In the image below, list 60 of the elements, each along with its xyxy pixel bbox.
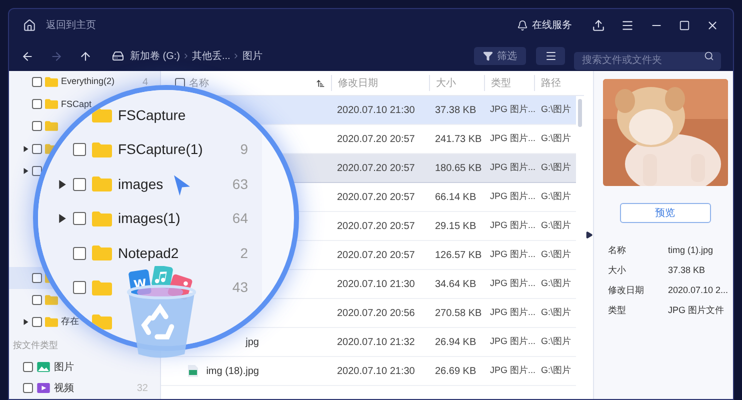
file-path: G:\图片: [540, 219, 572, 232]
file-type: JPG 图片...: [489, 306, 537, 320]
file-size: 34.64 KB: [434, 278, 478, 292]
file-path: G:\图片: [540, 277, 572, 290]
file-size: 126.57 KB: [434, 248, 483, 262]
file-size: 241.73 KB: [434, 132, 483, 146]
folder-name: 存在: [61, 315, 79, 328]
file-type: JPG 图片...: [489, 248, 537, 262]
file-type: JPG 图片...: [489, 132, 537, 146]
modified-date: 2020.07.20 20:57: [336, 220, 416, 234]
file-type: JPG 图片...: [489, 277, 537, 290]
file-size: 270.58 KB: [434, 306, 483, 320]
file-type: JPG 图片...: [489, 190, 537, 204]
section-label: 按文件类型: [12, 339, 59, 352]
modified-date: 2020.07.10 21:30: [336, 104, 416, 118]
detail-label: 修改日期: [608, 284, 645, 298]
detail-label: 名称: [608, 244, 627, 258]
file-size: 37.38 KB: [434, 104, 478, 118]
file-name: img (18).jpg: [206, 364, 259, 378]
modified-date: 2020.07.20 20:57: [336, 162, 416, 176]
detail-value: 2020.07.10 2...: [668, 284, 728, 298]
file-path: G:\图片: [540, 190, 572, 204]
file-name: jpg: [246, 336, 259, 350]
modified-date: 2020.07.20 20:57: [336, 190, 416, 204]
file-path: G:\图片: [540, 161, 572, 174]
file-count: 32: [136, 382, 148, 396]
file-type: JPG 图片...: [489, 103, 537, 116]
modified-date: 2020.07.20 20:56: [336, 306, 416, 320]
file-size: 26.69 KB: [434, 364, 478, 378]
file-size: 29.15 KB: [434, 220, 478, 234]
file-count: 64: [232, 209, 248, 228]
detail-value: 37.38 KB: [668, 264, 706, 278]
folder-name: Everything(2): [61, 75, 115, 88]
modified-date: 2020.07.10 21:30: [336, 364, 416, 378]
detail-value: timg (1).jpg: [668, 244, 714, 258]
file-size: 66.14 KB: [434, 190, 478, 204]
file-count: 2: [240, 244, 248, 263]
file-path: G:\图片: [540, 364, 572, 378]
file-path: G:\图片: [540, 132, 572, 146]
file-count: 43: [232, 278, 248, 298]
detail-value: JPG 图片文件: [668, 304, 724, 318]
file-path: G:\图片: [540, 335, 572, 348]
detail-label: 类型: [608, 304, 627, 318]
file-type: JPG 图片...: [489, 161, 537, 174]
file-path: G:\图片: [540, 103, 572, 116]
modified-date: 2020.07.10 21:32: [336, 336, 416, 350]
file-count: 4: [142, 76, 148, 90]
detail-label: 大小: [608, 264, 627, 278]
modified-date: 2020.07.20 20:57: [336, 132, 416, 146]
file-type: JPG 图片...: [489, 364, 537, 378]
file-path: G:\图片: [540, 248, 572, 262]
modified-date: 2020.07.10 21:30: [336, 278, 416, 292]
folder-name: images: [118, 174, 164, 194]
folder-name: FSCapt: [61, 98, 92, 111]
file-type: JPG 图片...: [489, 219, 537, 232]
file-size: 26.94 KB: [434, 336, 478, 350]
file-type: JPG 图片...: [489, 335, 537, 348]
file-path: G:\图片: [540, 306, 572, 320]
file-size: 180.65 KB: [434, 162, 483, 176]
modified-date: 2020.07.20 20:57: [336, 248, 416, 262]
